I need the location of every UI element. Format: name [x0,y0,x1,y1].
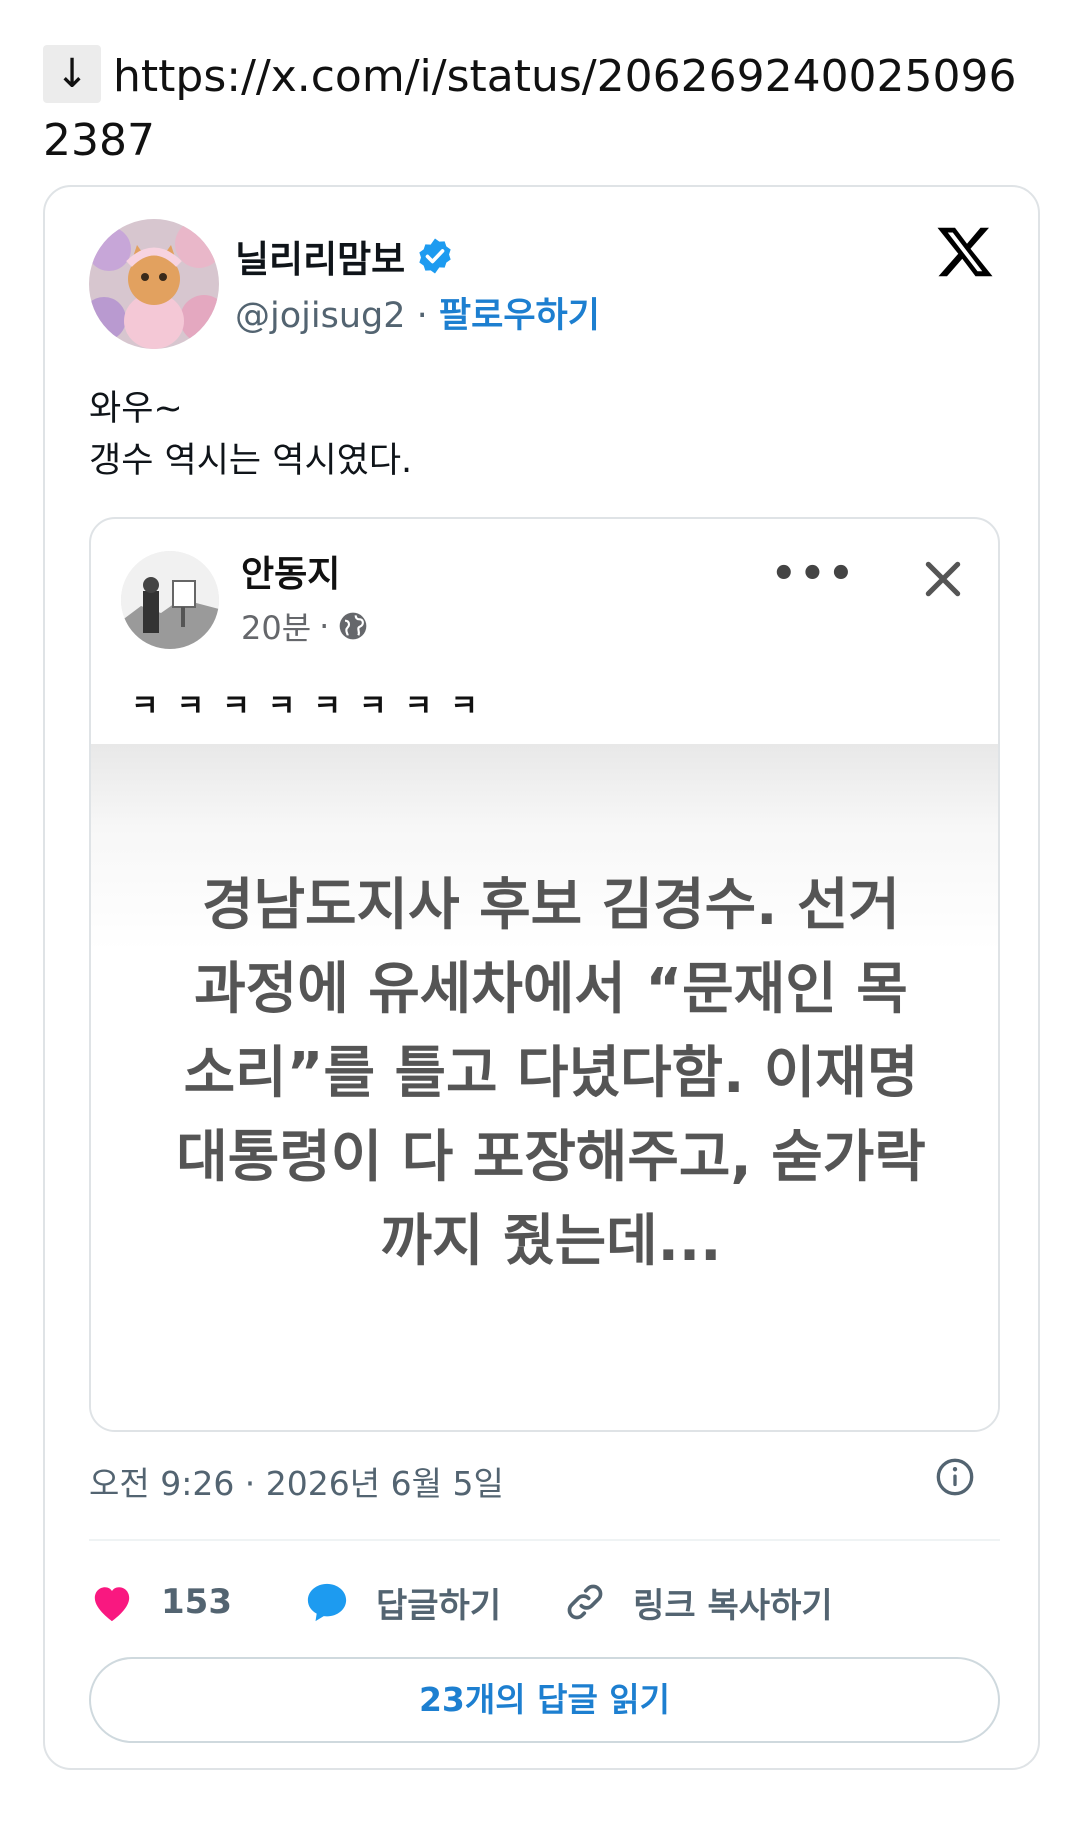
copy-link-button[interactable]: 링크 복사하기 [563,1578,833,1627]
embedded-image: 경남도지사 후보 김경수. 선거 과정에 유세차에서 “문재인 목 소리”를 틀… [91,744,998,1430]
source-link-row: ↓ https://x.com/i/status/2062692400250962… [43,45,1043,173]
author-name[interactable]: 닐리리맘보 [235,229,405,283]
x-logo-icon[interactable] [935,222,995,282]
headline-line: 과정에 유세차에서 “문재인 목 [194,957,908,1022]
read-replies-button[interactable]: 23개의 답글 읽기 [89,1657,1000,1743]
tweet-text-line: 갱수 역시는 역시였다. [89,441,413,481]
embedded-screenshot[interactable]: 안동지 20분 · ••• ㅋㅋㅋㅋㅋㅋㅋㅋ 경남도지사 후보 김경수. 선거 … [89,517,1000,1432]
like-count: 153 [161,1582,232,1622]
embedded-meta: 20분 · [241,603,369,649]
embedded-headline: 경남도지사 후보 김경수. 선거 과정에 유세차에서 “문재인 목 소리”를 틀… [131,864,971,1284]
heart-icon [94,1587,130,1622]
reply-bubble-icon [307,1583,347,1622]
headline-line: 소리”를 틀고 다녔다함. 이재명 [183,1041,919,1106]
like-button[interactable]: 153 [89,1581,232,1623]
reply-button[interactable]: 답글하기 [304,1578,501,1627]
headline-line: 대통령이 다 포장해주고, 숟가락 [176,1125,926,1190]
author-name-row[interactable]: 닐리리맘보 [235,229,455,283]
embedded-post-text: ㅋㅋㅋㅋㅋㅋㅋㅋ [131,689,496,724]
link-icon [567,1584,603,1620]
tweet-card: 닐리리맘보 @jojisug2 · 팔로우하기 와우~ 갱수 역시는 역시였다.… [43,185,1040,1770]
author-avatar[interactable] [89,219,219,349]
headline-line: 까지 줬는데... [380,1209,722,1274]
follow-button[interactable]: 팔로우하기 [439,296,600,336]
author-handle[interactable]: @jojisug2 [235,296,406,336]
headline-line: 경남도지사 후보 김경수. 선거 [201,873,900,938]
verified-badge-icon [419,238,451,274]
separator: · [416,296,428,336]
tweet-timestamp[interactable]: 오전 9:26 · 2026년 6월 5일 [89,1457,504,1505]
tweet-text: 와우~ 갱수 역시는 역시였다. [89,383,412,487]
embedded-time: 20분 [241,609,312,647]
separator: · [319,607,330,645]
handle-row: @jojisug2 · 팔로우하기 [235,287,600,338]
action-bar: 153 답글하기 링크 복사하기 [89,1572,1000,1632]
tweet-text-line: 와우~ [89,389,183,429]
divider [89,1539,1000,1541]
globe-icon [340,612,367,640]
embedded-author-name: 안동지 [241,554,341,595]
status-url[interactable]: https://x.com/i/status/20626924002509623… [43,51,1017,166]
copy-link-label: 링크 복사하기 [633,1585,833,1626]
close-icon [925,561,961,597]
info-icon[interactable] [935,1457,975,1497]
embedded-author-avatar [121,551,219,649]
down-arrow-icon: ↓ [43,45,101,103]
more-dots-icon: ••• [771,551,857,597]
reply-label: 답글하기 [375,1585,502,1626]
